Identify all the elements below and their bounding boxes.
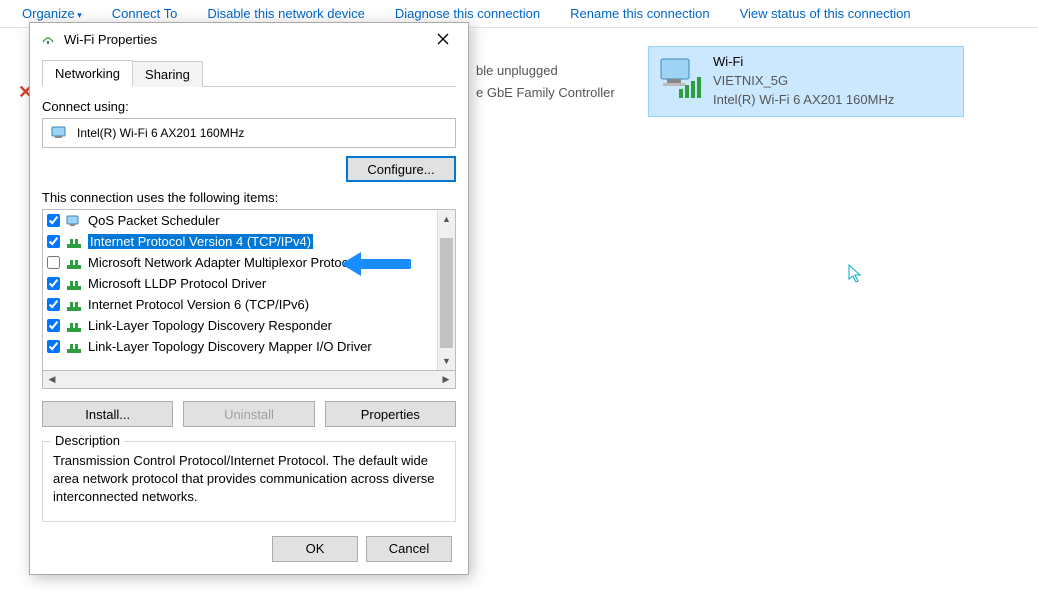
ok-button[interactable]: OK (272, 536, 358, 562)
network-item-row[interactable]: QoS Packet Scheduler (43, 210, 437, 231)
properties-button[interactable]: Properties (325, 401, 456, 427)
wifi-properties-dialog: Wi-Fi Properties Networking Sharing Conn… (29, 22, 469, 575)
item-label: Microsoft Network Adapter Multiplexor Pr… (88, 255, 358, 270)
description-text: Transmission Control Protocol/Internet P… (53, 452, 445, 507)
network-item-row[interactable]: Microsoft Network Adapter Multiplexor Pr… (43, 252, 437, 273)
network-item-row[interactable]: Internet Protocol Version 4 (TCP/IPv4) (43, 231, 437, 252)
item-label: Internet Protocol Version 4 (TCP/IPv4) (88, 234, 313, 249)
scroll-right-icon[interactable]: ▶ (437, 371, 455, 388)
wifi-tile-title: Wi-Fi (713, 53, 894, 72)
wifi-tile-ssid: VIETNIX_5G (713, 72, 894, 91)
view-status-button[interactable]: View status of this connection (726, 2, 925, 25)
dialog-title: Wi-Fi Properties (64, 32, 157, 47)
item-checkbox[interactable] (47, 256, 60, 269)
wifi-adapter-icon (655, 53, 703, 101)
network-items-list[interactable]: QoS Packet Scheduler Internet Protocol Ve… (42, 209, 456, 371)
items-horizontal-scrollbar[interactable]: ◀ ▶ (42, 371, 456, 389)
uninstall-button: Uninstall (183, 401, 314, 427)
tab-strip: Networking Sharing (42, 59, 456, 87)
service-icon (66, 214, 82, 228)
network-item-row[interactable]: Link-Layer Topology Discovery Mapper I/O… (43, 336, 437, 357)
network-item-row[interactable]: Internet Protocol Version 6 (TCP/IPv6) (43, 294, 437, 315)
adapter-icon (51, 125, 69, 141)
protocol-icon (66, 235, 82, 249)
items-label: This connection uses the following items… (42, 190, 456, 205)
dialog-titlebar[interactable]: Wi-Fi Properties (30, 23, 468, 55)
network-item-row[interactable]: Microsoft LLDP Protocol Driver (43, 273, 437, 294)
description-legend: Description (51, 433, 124, 448)
scroll-down-icon[interactable]: ▼ (438, 352, 455, 370)
network-item-row[interactable]: Link-Layer Topology Discovery Responder (43, 315, 437, 336)
close-button[interactable] (428, 27, 458, 51)
item-label: Microsoft LLDP Protocol Driver (88, 276, 266, 291)
description-group: Description Transmission Control Protoco… (42, 441, 456, 522)
ethernet-status-partial: ble unplugged (476, 60, 615, 82)
item-label: QoS Packet Scheduler (88, 213, 220, 228)
connect-using-label: Connect using: (42, 99, 456, 114)
adapter-display[interactable]: Intel(R) Wi-Fi 6 AX201 160MHz (42, 118, 456, 148)
protocol-icon (66, 340, 82, 354)
item-checkbox[interactable] (47, 235, 60, 248)
item-label: Internet Protocol Version 6 (TCP/IPv6) (88, 297, 309, 312)
item-checkbox[interactable] (47, 319, 60, 332)
protocol-icon (66, 277, 82, 291)
item-checkbox[interactable] (47, 277, 60, 290)
configure-button[interactable]: Configure... (346, 156, 456, 182)
scroll-left-icon[interactable]: ◀ (43, 371, 61, 388)
wifi-small-icon (40, 30, 56, 49)
rename-button[interactable]: Rename this connection (556, 2, 723, 25)
wifi-tile-adapter: Intel(R) Wi-Fi 6 AX201 160MHz (713, 91, 894, 110)
tab-sharing[interactable]: Sharing (133, 61, 203, 87)
wifi-connection-tile[interactable]: Wi-Fi VIETNIX_5G Intel(R) Wi-Fi 6 AX201 … (648, 46, 964, 117)
protocol-icon (66, 319, 82, 333)
item-checkbox[interactable] (47, 340, 60, 353)
tab-networking[interactable]: Networking (42, 60, 133, 87)
item-label: Link-Layer Topology Discovery Mapper I/O… (88, 339, 372, 354)
adapter-name: Intel(R) Wi-Fi 6 AX201 160MHz (77, 126, 244, 140)
mouse-cursor-icon (848, 264, 864, 287)
protocol-icon (66, 298, 82, 312)
ethernet-tile-partial: ble unplugged e GbE Family Controller (476, 60, 615, 104)
items-vertical-scrollbar[interactable]: ▲ ▼ (437, 210, 455, 370)
cancel-button[interactable]: Cancel (366, 536, 452, 562)
item-label: Link-Layer Topology Discovery Responder (88, 318, 332, 333)
protocol-icon (66, 256, 82, 270)
scroll-thumb[interactable] (440, 238, 453, 348)
ethernet-adapter-partial: e GbE Family Controller (476, 82, 615, 104)
item-checkbox[interactable] (47, 298, 60, 311)
scroll-up-icon[interactable]: ▲ (438, 210, 455, 228)
item-checkbox[interactable] (47, 214, 60, 227)
install-button[interactable]: Install... (42, 401, 173, 427)
